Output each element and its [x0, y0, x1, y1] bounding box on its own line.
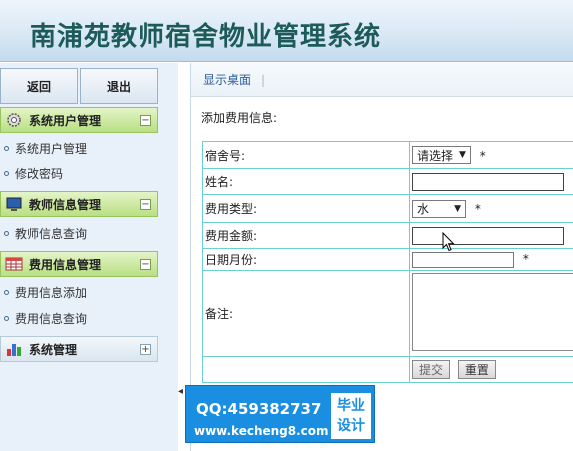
sidebar-item-fee-query[interactable]: 费用信息查询: [0, 306, 158, 330]
sidebar-item-label: 费用信息查询: [15, 311, 88, 326]
bar-chart-icon: [5, 341, 23, 357]
required-mark: *: [522, 252, 529, 266]
sidebar-item-label: 系统用户管理: [15, 141, 88, 156]
bullet-icon: [4, 145, 9, 151]
breadcrumb: 显示桌面 |: [191, 63, 573, 97]
page-title: 添加费用信息:: [201, 111, 278, 125]
group-teacher-info[interactable]: 教师信息管理 −: [0, 191, 158, 217]
sidebar-item-label: 费用信息添加: [15, 285, 88, 300]
sidebar-item-label: 修改密码: [15, 166, 64, 181]
sidebar-item-label: 教师信息查询: [15, 226, 88, 241]
sidebar-item-system-users[interactable]: 系统用户管理: [0, 136, 158, 160]
gear-icon: [5, 112, 23, 128]
watermark-tag: 毕业 设计: [331, 393, 371, 439]
mouse-cursor-icon: [442, 231, 456, 252]
app-title: 南浦苑教师宿舍物业管理系统: [30, 22, 382, 52]
dorm-label: 宿舍号:: [202, 141, 410, 169]
collapse-toggle-icon[interactable]: −: [140, 258, 151, 270]
reset-button[interactable]: 重置: [457, 360, 496, 379]
name-label: 姓名:: [202, 168, 410, 195]
sidebar-item-change-password[interactable]: 修改密码: [0, 161, 158, 185]
breadcrumb-show-desktop[interactable]: 显示桌面: [203, 71, 251, 88]
sidebar: 返回 退出 系统用户管理 − 系统用户管理 修改密码 教师信息管理 − 教师信息…: [0, 63, 178, 451]
note-textarea[interactable]: [412, 273, 573, 351]
bullet-icon: [4, 230, 9, 236]
logout-button[interactable]: 退出: [80, 68, 158, 104]
watermark-tag-line2: 设计: [337, 418, 365, 434]
name-input[interactable]: [412, 172, 564, 191]
watermark-badge: QQ:459382737 www.kecheng8.com 毕业 设计: [185, 385, 375, 443]
expand-toggle-icon[interactable]: +: [140, 343, 151, 355]
form-row-month: 日期月份: *: [202, 248, 573, 271]
sidebar-item-teacher-query[interactable]: 教师信息查询: [0, 221, 158, 245]
form-row-actions: 提交 重置: [202, 356, 573, 383]
form-row-dorm: 宿舍号: 请选择 ▼ *: [202, 141, 573, 169]
form-row-note: 备注:: [202, 270, 573, 357]
bullet-icon: [4, 289, 9, 295]
form-row-name: 姓名: *: [202, 168, 573, 195]
group-label: 系统用户管理: [29, 113, 102, 128]
collapse-toggle-icon[interactable]: −: [140, 198, 151, 210]
fee-type-select-value: 水: [417, 202, 430, 216]
note-label: 备注:: [202, 270, 410, 357]
group-system-users[interactable]: 系统用户管理 −: [0, 107, 158, 133]
bullet-icon: [4, 170, 9, 176]
required-mark: *: [474, 202, 481, 216]
group-label: 系统管理: [29, 342, 78, 357]
watermark-tag-line1: 毕业: [337, 398, 365, 414]
amount-label: 费用金额:: [202, 222, 410, 249]
chevron-down-icon: ▼: [459, 150, 466, 160]
group-system-admin[interactable]: 系统管理 +: [0, 336, 158, 362]
fee-type-label: 费用类型:: [202, 194, 410, 223]
bullet-icon: [4, 315, 9, 321]
submit-button[interactable]: 提交: [412, 360, 451, 379]
watermark-site: www.kecheng8.com: [194, 424, 329, 438]
group-label: 费用信息管理: [29, 257, 102, 272]
form-row-fee-type: 费用类型: 水 ▼ *: [202, 194, 573, 223]
form-row-amount: 费用金额: *: [202, 222, 573, 249]
chevron-down-icon: ▼: [454, 203, 461, 214]
sidebar-item-fee-add[interactable]: 费用信息添加: [0, 280, 158, 304]
fee-type-select[interactable]: 水 ▼: [412, 199, 466, 218]
amount-input[interactable]: [412, 226, 564, 245]
group-label: 教师信息管理: [29, 197, 102, 212]
month-input[interactable]: [412, 251, 514, 268]
calendar-grid-icon: [5, 256, 23, 272]
monitor-icon: [5, 196, 23, 212]
breadcrumb-separator: |: [261, 72, 266, 87]
group-fee-info[interactable]: 费用信息管理 −: [0, 251, 158, 277]
collapse-toggle-icon[interactable]: −: [140, 114, 151, 126]
watermark-qq: QQ:459382737: [196, 400, 322, 418]
sidebar-top-buttons: 返回 退出: [0, 68, 158, 104]
fee-form-table: 宿舍号: 请选择 ▼ * 姓名: * 费用类型: 水 ▼: [202, 141, 573, 383]
dorm-select-value: 请选择: [417, 148, 454, 163]
required-mark: *: [479, 148, 486, 163]
back-button[interactable]: 返回: [0, 68, 78, 104]
app-header: 南浦苑教师宿舍物业管理系统: [0, 0, 573, 62]
dorm-select[interactable]: 请选择 ▼: [412, 146, 471, 164]
month-label: 日期月份:: [202, 248, 410, 271]
